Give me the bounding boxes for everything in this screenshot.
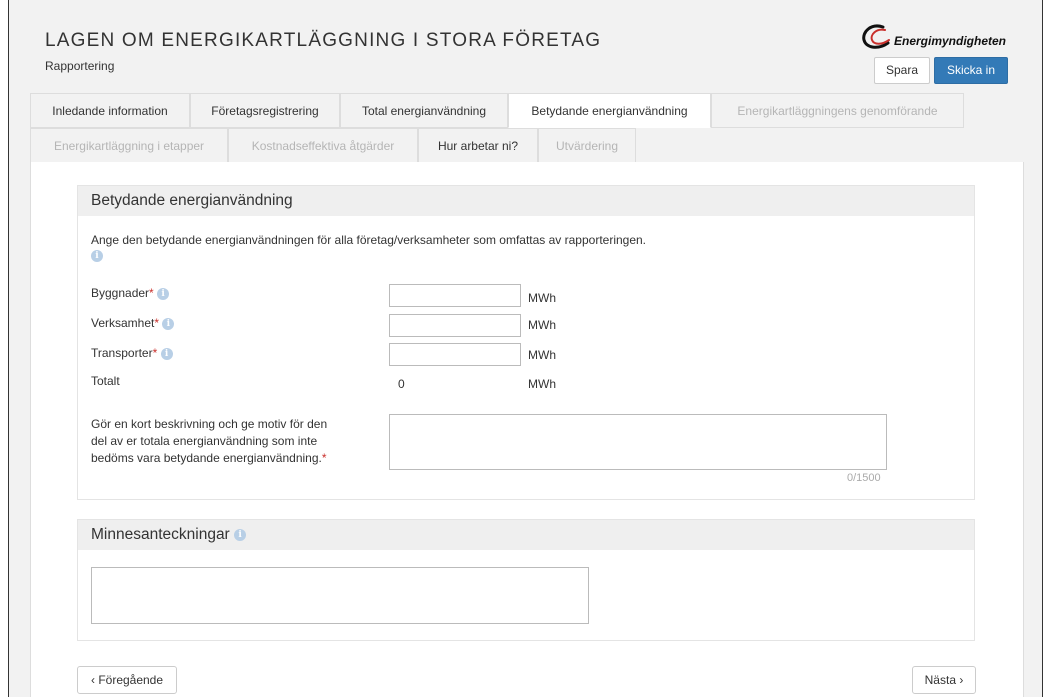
info-icon[interactable]: i [160,347,173,360]
tab-utvardering: Utvärdering [538,128,636,163]
next-button[interactable]: Nästa › [912,666,976,694]
required-marker: * [321,451,327,465]
verksamhet-label-text: Verksamhet [91,316,155,330]
section-intro-text: Ange den betydande energianvändningen fö… [91,233,647,247]
tab-energikartlaggningens-genomforande: Energikartläggningens genomförande [711,93,964,128]
description-label: Gör en kort beskrivning och ge motiv för… [91,416,327,467]
tab-foretagsregistrering[interactable]: Företagsregistrering [190,93,340,128]
page-subtitle: Rapportering [45,59,115,73]
byggnader-label: Byggnader* i [91,286,170,300]
section-header: Minnesanteckningar i [78,520,974,550]
logo-swoosh-icon [862,24,890,49]
section-header: Betydande energianvändning [78,186,974,216]
notes-title-text: Minnesanteckningar [91,526,230,543]
character-counter: 0/1500 [847,472,881,484]
verksamhet-unit: MWh [528,318,556,332]
save-button[interactable]: Spara [874,57,930,84]
notes-textarea[interactable] [91,567,589,624]
transporter-label: Transporter* i [91,346,173,360]
byggnader-input[interactable] [389,284,521,307]
window-border-right [1042,0,1043,697]
chevron-left-icon: ‹ [90,673,95,687]
total-unit: MWh [528,377,556,391]
notes-title: Minnesanteckningar i [91,526,247,544]
page-title: LAGEN OM ENERGIKARTLÄGGNING I STORA FÖRE… [45,30,602,51]
total-label: Totalt [91,374,120,388]
submit-button[interactable]: Skicka in [934,57,1008,84]
tab-total-energianvandning[interactable]: Total energianvändning [340,93,508,128]
description-label-line: Gör en kort beskrivning och ge motiv för… [91,417,328,431]
verksamhet-label: Verksamhet* i [91,316,175,330]
byggnader-unit: MWh [528,291,556,305]
verksamhet-input[interactable] [389,314,521,337]
tab-kostnadseffektiva-atgarder: Kostnadseffektiva åtgärder [228,128,418,163]
description-label-text: bedöms vara betydande energianvändning. [91,451,322,465]
tab-hur-arbetar-ni[interactable]: Hur arbetar ni? [418,128,538,163]
info-icon[interactable]: i [162,317,175,330]
description-label-line: del av er totala energianvändning som in… [91,434,318,448]
required-marker: * [154,316,160,330]
tab-inledande-information[interactable]: Inledande information [30,93,190,128]
transporter-label-text: Transporter [91,346,153,360]
info-icon[interactable]: i [91,250,103,262]
required-marker: * [152,346,158,360]
tab-energikartlaggning-i-etapper: Energikartläggning i etapper [30,128,228,163]
description-textarea[interactable] [389,414,887,470]
byggnader-label-text: Byggnader [91,286,150,300]
tab-betydande-energianvandning[interactable]: Betydande energianvändning [508,93,711,128]
info-icon[interactable]: i [234,528,247,541]
description-label-line: bedöms vara betydande energianvändning.* [91,450,327,467]
logo-text: Energimyndigheten [894,34,1007,48]
section-title: Betydande energianvändning [91,192,293,209]
transporter-input[interactable] [389,343,521,366]
chevron-right-icon: › [959,673,964,687]
next-button-label: Nästa [924,673,956,687]
previous-button-label: Föregående [98,673,164,687]
info-icon[interactable]: i [157,287,170,300]
previous-button[interactable]: ‹ Föregående [77,666,177,694]
total-value: 0 [398,377,405,391]
transporter-unit: MWh [528,348,556,362]
required-marker: * [149,286,154,300]
